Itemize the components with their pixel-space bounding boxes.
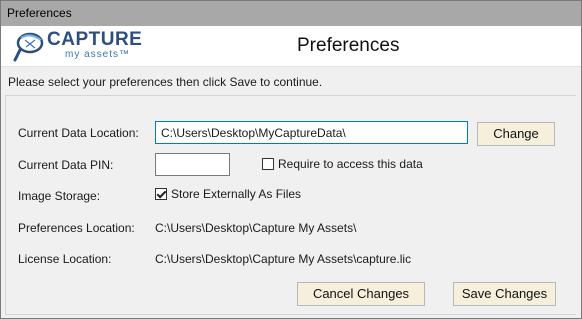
title-bar[interactable]: Preferences	[1, 1, 581, 26]
save-changes-button[interactable]: Save Changes	[453, 282, 556, 306]
pin-field[interactable]	[155, 153, 230, 176]
window-title: Preferences	[7, 6, 72, 20]
preferences-window: Preferences CAPTURE my assets™ Preferenc…	[0, 0, 582, 319]
cancel-changes-button[interactable]: Cancel Changes	[297, 282, 425, 306]
data-location-field[interactable]: C:\Users\Desktop\MyCaptureData\	[155, 121, 468, 144]
preferences-location-value: C:\Users\Desktop\Capture My Assets\	[155, 221, 357, 235]
image-storage-label: Image Storage:	[18, 189, 101, 203]
page-title: Preferences	[297, 35, 400, 56]
store-files-checkbox[interactable]	[155, 188, 167, 200]
change-button[interactable]: Change	[477, 122, 555, 146]
pin-label: Current Data PIN:	[18, 158, 114, 172]
require-pin-label[interactable]: Require to access this data	[278, 157, 423, 171]
preferences-location-label: Preferences Location:	[18, 221, 135, 235]
logo-sub-text: my assets™	[65, 49, 131, 60]
license-location-label: License Location:	[18, 252, 112, 266]
logo-brand-text: CAPTURE	[47, 29, 143, 50]
header-panel: CAPTURE my assets™ Preferences	[1, 26, 581, 66]
data-location-label: Current Data Location:	[18, 126, 139, 140]
header-divider	[1, 66, 581, 67]
store-files-label[interactable]: Store Externally As Files	[171, 187, 301, 201]
capture-logo: CAPTURE my assets™	[13, 28, 142, 64]
require-pin-checkbox[interactable]	[262, 158, 274, 170]
instructions-text: Please select your preferences then clic…	[8, 75, 323, 89]
license-location-value: C:\Users\Desktop\Capture My Assets\captu…	[155, 252, 412, 266]
